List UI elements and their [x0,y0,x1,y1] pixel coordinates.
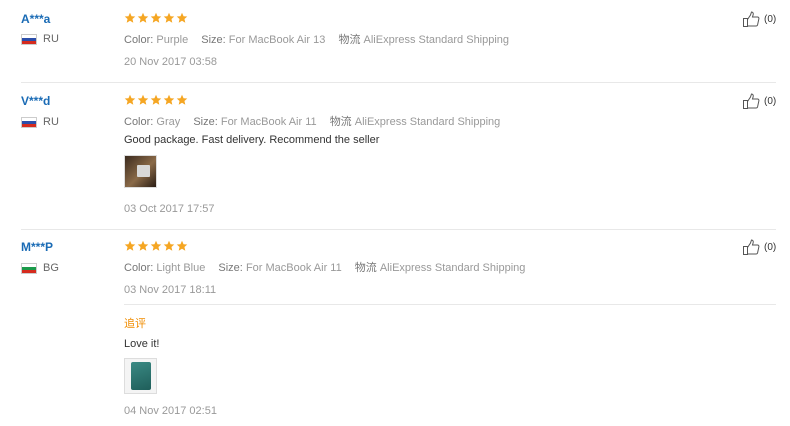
country-code: RU [43,116,59,128]
product-attributes: Color: Purple Size: For MacBook Air 13 物… [124,31,519,47]
review-date: 03 Nov 2017 18:11 [124,284,217,296]
color-value: Light Blue [156,262,206,274]
product-attributes: Color: Light Blue Size: For MacBook Air … [124,259,535,275]
size-value: For MacBook Air 11 [220,116,317,128]
size-value: For MacBook Air 11 [245,262,342,274]
product-attributes: Color: Gray Size: For MacBook Air 11 物流 … [124,113,510,129]
reviewer-name[interactable]: V***d [21,94,50,108]
review-photo-thumbnail[interactable] [124,155,157,188]
star-icon [176,94,188,105]
helpful-button[interactable]: (0) [742,239,776,256]
star-icon [176,12,188,23]
russia-flag-icon [21,116,37,128]
star-icon [176,240,188,251]
reviewer-name[interactable]: M***P [21,240,53,254]
star-icon [150,94,162,105]
size-label: Size: [193,116,218,128]
rating-stars [124,12,188,24]
star-icon [163,94,175,105]
followup-divider [124,304,776,305]
thumbs-up-icon [743,239,760,255]
photo-content [137,165,150,177]
shipping-value: AliExpress Standard Shipping [354,116,501,128]
star-icon [124,94,136,105]
star-icon [137,12,149,23]
thumbs-up-icon [743,93,760,109]
reviewer-country: RU [21,116,59,128]
star-icon [150,12,162,23]
color-value: Purple [156,34,189,46]
review-date: 03 Oct 2017 17:57 [124,203,215,215]
star-icon [137,240,149,251]
star-icon [163,240,175,251]
review-divider [21,229,776,230]
review-photo-thumbnail[interactable] [124,358,157,394]
helpful-count: (0) [764,96,777,107]
bulgaria-flag-icon [21,262,37,274]
star-icon [163,12,175,23]
review-divider [21,82,776,83]
helpful-count: (0) [764,14,777,25]
followup-label: 追评 [124,318,146,330]
russia-flag-icon [21,33,37,45]
shipping-label: 物流 [354,262,377,274]
helpful-count: (0) [764,242,777,253]
size-label: Size: [218,262,243,274]
reviewer-country: RU [21,33,59,45]
reviewer-country: BG [21,262,59,274]
shipping-value: AliExpress Standard Shipping [363,34,510,46]
star-icon [137,94,149,105]
shipping-label: 物流 [329,116,352,128]
shipping-value: AliExpress Standard Shipping [379,262,526,274]
country-code: BG [43,262,59,274]
helpful-button[interactable]: (0) [742,93,776,110]
review-text: Good package. Fast delivery. Recommend t… [124,134,380,146]
size-label: Size: [201,34,226,46]
helpful-button[interactable]: (0) [742,11,776,28]
photo-content [131,362,151,390]
shipping-label: 物流 [338,34,361,46]
review-date: 20 Nov 2017 03:58 [124,56,217,68]
color-value: Gray [156,116,181,128]
color-label: Color: [124,262,154,274]
star-icon [150,240,162,251]
thumbs-up-icon [743,11,760,27]
size-value: For MacBook Air 13 [228,34,326,46]
rating-stars [124,94,188,106]
followup-text: Love it! [124,338,160,350]
color-label: Color: [124,34,154,46]
star-icon [124,240,136,251]
color-label: Color: [124,116,154,128]
rating-stars [124,240,188,252]
reviewer-name[interactable]: A***a [21,12,50,26]
star-icon [124,12,136,23]
country-code: RU [43,33,59,45]
followup-date: 04 Nov 2017 02:51 [124,405,217,417]
